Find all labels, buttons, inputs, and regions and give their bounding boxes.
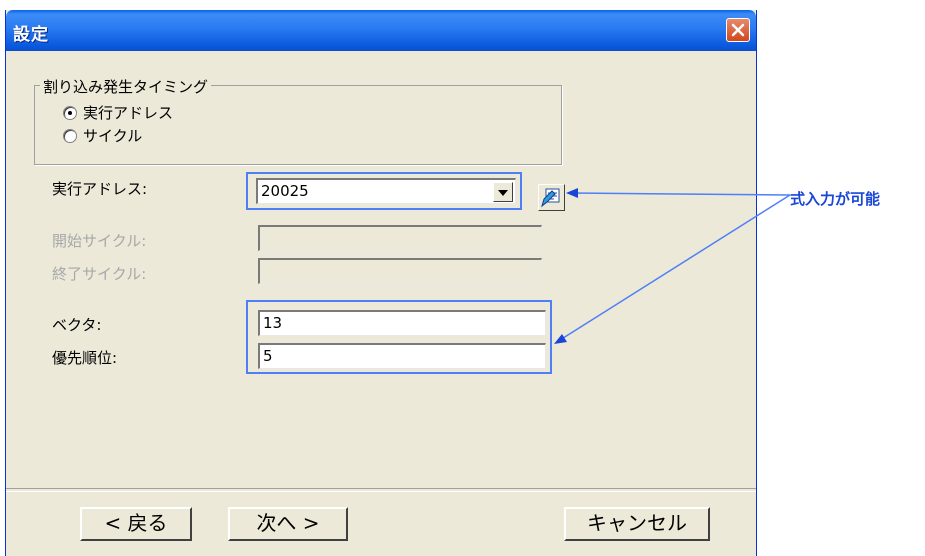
annotation-arrows [554,188,791,344]
annotation-label: 式入力が可能 [790,190,881,208]
